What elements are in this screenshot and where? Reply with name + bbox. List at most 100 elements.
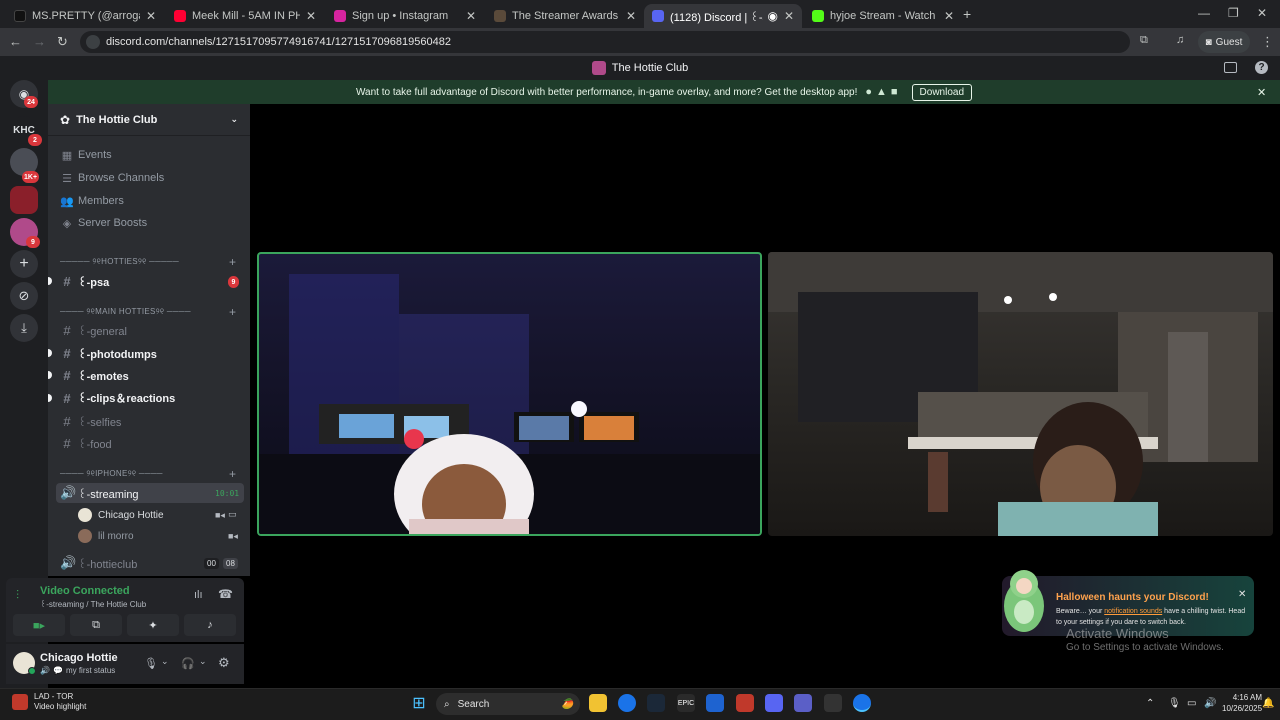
discover-icon[interactable]: ⊘ xyxy=(10,282,38,310)
menu-kebab-icon[interactable]: ⋮ xyxy=(1261,34,1274,50)
profile-icon: ◙ xyxy=(1205,36,1212,48)
voice-user-lil-morro[interactable]: lil morro xyxy=(78,527,134,545)
widget-title: LAD - TOR xyxy=(34,692,74,701)
download-button[interactable]: Download xyxy=(911,83,973,101)
close-tab-icon[interactable]: ✕ xyxy=(146,9,156,23)
tab-discord[interactable]: (1128) Discord | ꒰-streamin ◉ ✕ xyxy=(644,4,802,28)
new-tab-button[interactable]: + xyxy=(963,6,971,22)
close-tab-icon[interactable]: ✕ xyxy=(626,9,636,23)
microphone-tray-icon[interactable]: 🎙 xyxy=(1168,698,1181,709)
channel-general[interactable]: # ꒰-general xyxy=(56,320,244,340)
chevron-down-icon[interactable]: ⌄ xyxy=(161,656,169,667)
voice-location[interactable]: ꒰-streaming / The Hottie Club xyxy=(40,598,146,609)
server-header[interactable]: ✿ The Hottie Club ⌄ xyxy=(48,104,250,136)
audio-playing-icon[interactable]: ◉ xyxy=(767,9,777,23)
channel-food[interactable]: # ꒰-food xyxy=(56,433,244,453)
tab-youtube[interactable]: Meek Mill - 5AM IN PHILLY (Off ✕ xyxy=(166,4,324,28)
discord-icon[interactable] xyxy=(765,694,783,712)
back-icon[interactable]: ← xyxy=(9,34,22,49)
steam-icon[interactable] xyxy=(647,694,665,712)
username[interactable]: Chicago Hottie xyxy=(40,652,118,664)
download-apps-icon[interactable]: ⤓ xyxy=(10,314,38,342)
channel-clips-reactions[interactable]: # ꒰-clips＆reactions xyxy=(56,388,244,408)
video-tile-chicago-hottie[interactable] xyxy=(257,252,762,536)
chevron-down-icon[interactable]: ⌄ xyxy=(199,656,207,667)
taskbar-search[interactable]: ⌕ Search 🥭 xyxy=(436,693,580,715)
app-icon[interactable] xyxy=(706,694,724,712)
system-clock[interactable]: 4:16 AM 10/26/2025 xyxy=(1222,692,1262,714)
chrome-icon[interactable] xyxy=(618,694,636,712)
category-hotties[interactable]: ───── ୨୧HOTTIES୨୧ ───── xyxy=(60,257,179,267)
sports-icon xyxy=(12,694,28,710)
share-screen-button[interactable]: ⧉ xyxy=(70,614,122,636)
signal-icon[interactable]: ⫶ xyxy=(16,588,19,603)
profile-button[interactable]: ◙ Guest xyxy=(1198,31,1250,53)
reload-icon[interactable]: ↻ xyxy=(57,34,68,50)
noise-suppression-icon[interactable]: ılı xyxy=(194,589,203,601)
widgets-button[interactable]: LAD - TOR Video highlight xyxy=(12,692,86,712)
close-tab-icon[interactable]: ✕ xyxy=(944,9,954,23)
notification-sounds-link[interactable]: notification sounds xyxy=(1104,608,1162,615)
calendar-icon: ▦ xyxy=(61,149,73,162)
epic-games-icon[interactable]: EPIC xyxy=(677,694,695,712)
inbox-icon[interactable] xyxy=(1224,62,1237,73)
channel-emotes[interactable]: # ꒰-emotes xyxy=(56,365,244,385)
search-label: Search xyxy=(457,698,490,710)
camera-button[interactable]: ■▸ xyxy=(13,614,65,636)
tab-streamer-awards[interactable]: The Streamer Awards - Nominat ✕ xyxy=(486,4,644,28)
add-server-icon[interactable]: + xyxy=(10,250,38,278)
restore-button[interactable]: ❐ xyxy=(1228,6,1239,20)
channel-psa[interactable]: # ꒰-psa xyxy=(56,271,244,291)
app-icon[interactable] xyxy=(736,694,754,712)
channel-selfies[interactable]: # ꒰-selfies xyxy=(56,411,244,431)
app-icon[interactable] xyxy=(824,694,842,712)
close-tab-icon[interactable]: ✕ xyxy=(466,9,476,23)
headphones-icon[interactable]: 🎧 xyxy=(181,657,195,670)
soundboard-button[interactable]: ♪ xyxy=(184,614,236,636)
create-channel-icon[interactable]: + xyxy=(229,255,236,269)
settings-gear-icon[interactable]: ⚙ xyxy=(218,655,230,671)
channel-photodumps[interactable]: # ꒰-photodumps xyxy=(56,343,244,363)
voice-user-chicago-hottie[interactable]: Chicago Hottie xyxy=(78,506,164,524)
category-iphone[interactable]: ──── ୨୧IPHONE୨୧ ──── xyxy=(60,469,163,479)
forward-icon[interactable]: → xyxy=(33,34,46,49)
server-red[interactable] xyxy=(10,186,38,214)
cast-icon[interactable]: ⧉ xyxy=(1140,34,1148,47)
menu-members[interactable]: 👥 Members xyxy=(60,192,124,210)
media-controls-icon[interactable]: ♫ xyxy=(1176,34,1184,46)
address-bar[interactable]: discord.com/channels/1271517095774916741… xyxy=(80,31,1130,53)
menu-server-boosts[interactable]: ◈ Server Boosts xyxy=(60,214,147,232)
teams-icon[interactable] xyxy=(794,694,812,712)
site-info-icon[interactable] xyxy=(86,35,100,49)
notifications-icon[interactable]: 🔔 xyxy=(1262,698,1274,709)
show-hidden-icons[interactable]: ⌃ xyxy=(1146,698,1154,709)
create-channel-icon[interactable]: + xyxy=(229,305,236,319)
tab-tiktok[interactable]: MS.PRETTY (@arrogantdoll) | Ti ✕ xyxy=(6,4,164,28)
help-icon[interactable]: ? xyxy=(1255,61,1268,74)
video-tile-lil-morro[interactable] xyxy=(768,252,1273,536)
close-tab-icon[interactable]: ✕ xyxy=(306,9,316,23)
close-window-button[interactable]: ✕ xyxy=(1257,6,1267,20)
server-name: The Hottie Club xyxy=(76,113,158,126)
chrome-active-icon[interactable] xyxy=(853,694,871,712)
close-tab-icon[interactable]: ✕ xyxy=(784,9,794,23)
custom-status[interactable]: 🔊 💬 my first status xyxy=(40,666,115,675)
disconnect-icon[interactable]: ☎ xyxy=(218,587,233,601)
minimize-button[interactable]: — xyxy=(1198,6,1210,20)
menu-browse-channels[interactable]: ☰ Browse Channels xyxy=(60,169,164,187)
voice-status[interactable]: Video Connected xyxy=(40,585,130,597)
notification-close-icon[interactable]: ✕ xyxy=(1238,589,1246,600)
tab-kick[interactable]: hyjoe Stream - Watch Live on K ✕ xyxy=(804,4,962,28)
create-channel-icon[interactable]: + xyxy=(229,467,236,481)
network-icon[interactable]: ▭ xyxy=(1187,698,1196,709)
file-explorer-icon[interactable] xyxy=(589,694,607,712)
volume-icon[interactable]: 🔊 xyxy=(1204,698,1216,709)
start-windows-icon[interactable]: ⊞ xyxy=(410,694,428,712)
microphone-icon[interactable]: 🎙 xyxy=(144,657,158,670)
channel-name: ꒰-psa xyxy=(78,276,110,289)
tab-instagram[interactable]: Sign up • Instagram ✕ xyxy=(326,4,484,28)
menu-events[interactable]: ▦ Events xyxy=(60,146,112,164)
activities-button[interactable]: ✦ xyxy=(127,614,179,636)
category-main-hotties[interactable]: ──── ୨୧MAIN HOTTIES୨୧ ──── xyxy=(60,307,191,317)
banner-close-button[interactable]: ✕ xyxy=(1257,86,1266,99)
